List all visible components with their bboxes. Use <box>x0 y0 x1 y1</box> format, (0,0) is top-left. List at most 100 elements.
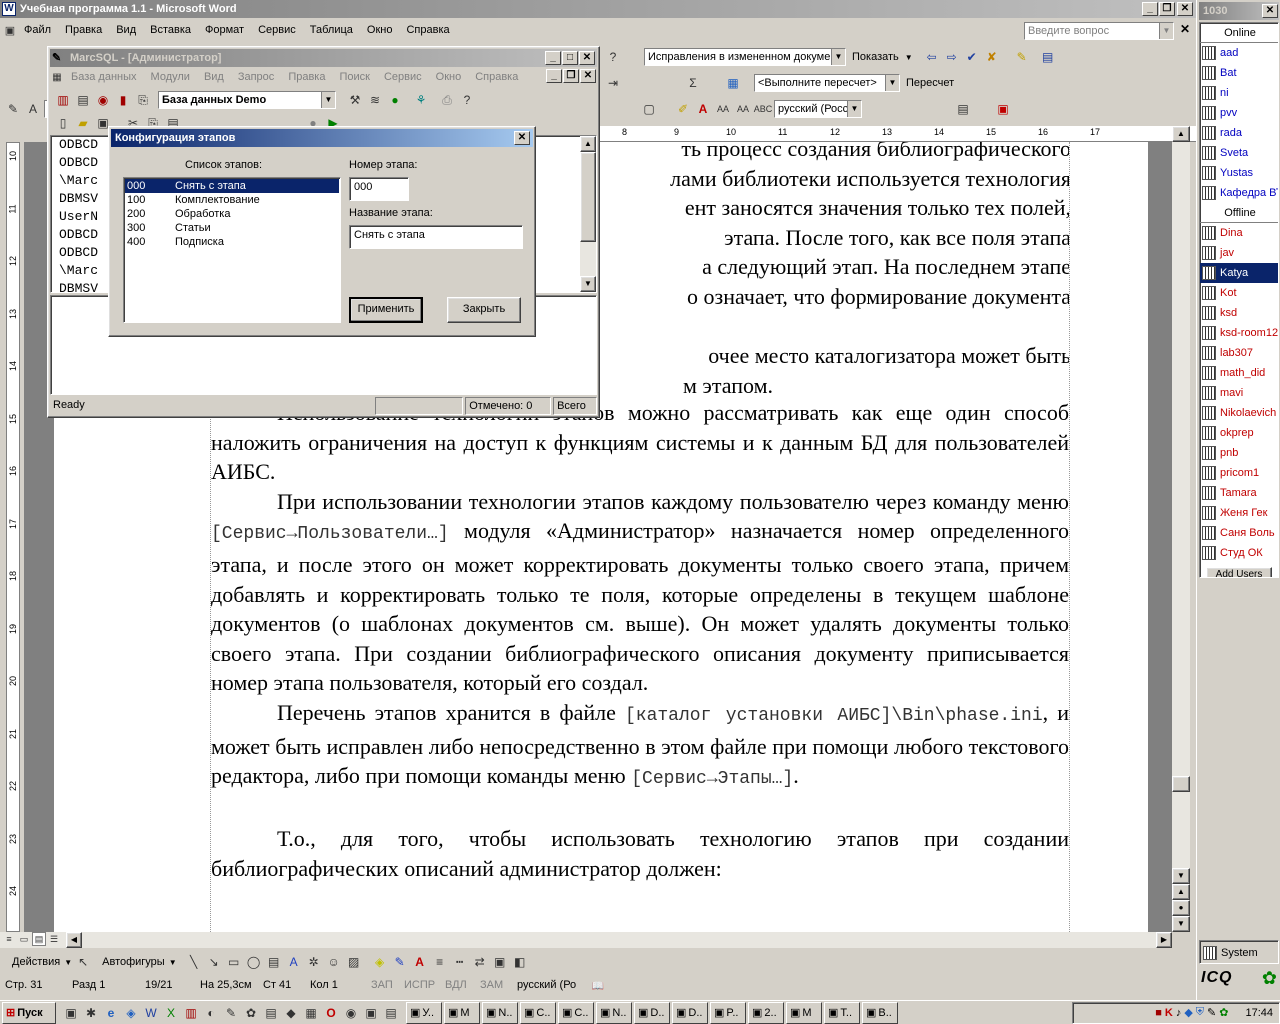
contact-list[interactable]: Online aad Bat ni pvv rada Sveta Yustas Кафедра… <box>1199 22 1279 578</box>
fill-color-icon[interactable]: ◈ <box>371 953 389 971</box>
layers-icon[interactable]: ≋ <box>366 91 384 109</box>
traffic-light-icon[interactable]: ● <box>386 91 404 109</box>
shield-icon[interactable]: ⛨ <box>1196 1006 1204 1019</box>
accept-change-icon[interactable]: ✔ <box>963 48 981 66</box>
minimize-button[interactable]: _ <box>545 51 561 65</box>
excel-icon[interactable]: X <box>162 1004 180 1022</box>
doc-close-icon[interactable]: ✕ <box>1180 22 1190 36</box>
menu-view[interactable]: Вид <box>197 71 231 83</box>
copy-icon[interactable]: ⎘ <box>134 91 152 109</box>
task-button[interactable]: ▣ P.. <box>710 1001 746 1024</box>
3d-icon[interactable]: ◧ <box>511 953 529 971</box>
menu-query[interactable]: Запрос <box>231 71 281 83</box>
minimize-button[interactable]: _ <box>546 69 562 83</box>
next-change-icon[interactable]: ⇨ <box>943 48 961 66</box>
shadow-icon[interactable]: ▣ <box>491 953 509 971</box>
autoshapes-menu[interactable]: Автофигуры <box>100 956 167 968</box>
ie-icon[interactable]: e <box>102 1004 120 1022</box>
grow-font-icon[interactable]: AA <box>714 100 732 118</box>
status-rec[interactable]: ЗАП <box>368 977 398 995</box>
tray-icon[interactable]: ◆ <box>1184 1006 1192 1019</box>
scroll-left-button[interactable]: ◀ <box>66 932 82 948</box>
menu-help[interactable]: Справка <box>399 24 456 36</box>
add-users-button[interactable]: Add Users <box>1206 567 1272 577</box>
sum-icon[interactable]: Σ <box>684 74 702 92</box>
task-button[interactable]: ▣ D.. <box>672 1001 708 1024</box>
contact-item[interactable]: Dina <box>1200 223 1278 243</box>
contact-item[interactable]: Саня Воль <box>1200 523 1278 543</box>
contact-item[interactable]: Yustas <box>1200 163 1278 183</box>
app-icon[interactable]: ✱ <box>82 1004 100 1022</box>
menu-insert[interactable]: Вставка <box>143 24 198 36</box>
font-color-draw-icon[interactable]: A <box>411 953 429 971</box>
recalc-select[interactable]: <Выполните пересчет> ▼ <box>754 74 900 92</box>
prev-change-icon[interactable]: ⇦ <box>923 48 941 66</box>
tray-icon[interactable]: ✿ <box>1219 1006 1228 1019</box>
table-tools-icon[interactable]: ▤ <box>954 100 972 118</box>
stage-number-input[interactable]: 000 <box>349 177 409 201</box>
scroll-up-button[interactable]: ▲ <box>580 136 596 152</box>
close-button[interactable]: ✕ <box>579 51 595 65</box>
menu-tools[interactable]: Сервис <box>251 24 303 36</box>
apply-button[interactable]: Применить <box>349 297 423 323</box>
oval-icon[interactable]: ◯ <box>245 953 263 971</box>
select-pointer-icon[interactable]: ↖ <box>74 953 92 971</box>
task-button[interactable]: ▣ M <box>786 1001 822 1024</box>
line-icon[interactable]: ╲ <box>185 953 203 971</box>
menu-window[interactable]: Окно <box>429 71 469 83</box>
contact-item[interactable]: Sveta <box>1200 143 1278 163</box>
scroll-thumb[interactable] <box>1172 776 1190 792</box>
desktop-icon[interactable]: ▣ <box>62 1004 80 1022</box>
word-title-bar[interactable]: W Учебная программа 1.1 - Microsoft Word… <box>0 0 1196 18</box>
contact-item[interactable]: Tamara <box>1200 483 1278 503</box>
menu-service[interactable]: Сервис <box>377 71 429 83</box>
contact-item[interactable]: rada <box>1200 123 1278 143</box>
contact-item[interactable]: mavi <box>1200 383 1278 403</box>
stage-row[interactable]: 400 Подписка <box>125 235 339 249</box>
tray-icon[interactable]: ♪ <box>1176 1007 1182 1019</box>
app-icon[interactable]: ◐ <box>202 1004 220 1022</box>
scroll-up-button[interactable]: ▲ <box>1172 126 1190 142</box>
menu-edit[interactable]: Правка <box>281 71 332 83</box>
show-button[interactable]: Показать <box>848 51 903 63</box>
status-trk[interactable]: ИСПР <box>401 977 439 995</box>
web-view-icon[interactable]: ▭ <box>17 932 31 946</box>
wand-icon[interactable]: ⚒ <box>346 91 364 109</box>
system-button[interactable]: System <box>1201 943 1277 963</box>
offline-header[interactable]: Offline <box>1200 203 1278 223</box>
browse-object-button[interactable]: ● <box>1172 900 1190 916</box>
child-icon[interactable]: ▦ <box>50 70 64 84</box>
tray-icon[interactable]: ■ <box>1155 1007 1162 1019</box>
log-scrollbar[interactable]: ▲ ▼ <box>580 136 596 292</box>
task-button[interactable]: ▣ N.. <box>596 1001 632 1024</box>
task-button[interactable]: ▣ B.. <box>862 1001 898 1024</box>
close-button[interactable]: ✕ <box>1177 2 1193 16</box>
print-icon[interactable]: ⎙ <box>438 91 456 109</box>
close-button[interactable]: ✕ <box>580 69 596 83</box>
arrow-style-icon[interactable]: ⇄ <box>471 953 489 971</box>
disks-icon[interactable]: ▤ <box>74 91 92 109</box>
access-icon[interactable]: ▥ <box>182 1004 200 1022</box>
spelling-status-icon[interactable]: 📖 <box>589 977 607 995</box>
database-select[interactable]: База данных Demo ▼ <box>158 91 336 109</box>
font-color-icon[interactable]: A <box>694 100 712 118</box>
contact-item[interactable]: pnb <box>1200 443 1278 463</box>
vertical-ruler[interactable]: 10 11 12 13 14 15 16 17 18 19 20 21 22 23 24 <box>2 142 24 932</box>
stage-row[interactable]: 300 Статьи <box>125 221 339 235</box>
app-icon[interactable]: ▤ <box>382 1004 400 1022</box>
icq-close-button[interactable]: ✕ <box>1262 4 1278 18</box>
new-icon[interactable]: ▯ <box>54 114 72 132</box>
books-icon[interactable]: ▥ <box>54 91 72 109</box>
contact-item[interactable]: Bat <box>1200 63 1278 83</box>
indent-icon[interactable]: ⇥ <box>604 74 622 92</box>
open-db-icon[interactable]: ◉ <box>94 91 112 109</box>
task-button[interactable]: ▣ C.. <box>558 1001 594 1024</box>
menu-window[interactable]: Окно <box>360 24 400 36</box>
shrink-font-icon[interactable]: AA <box>734 100 752 118</box>
normal-view-icon[interactable]: ≡ <box>2 932 16 946</box>
status-ovr[interactable]: ЗАМ <box>477 977 511 995</box>
menu-search[interactable]: Поиск <box>332 71 376 83</box>
prev-page-button[interactable]: ▲ <box>1172 884 1190 900</box>
minimize-button[interactable]: _ <box>1142 2 1158 16</box>
scroll-right-button[interactable]: ▶ <box>1156 932 1172 948</box>
